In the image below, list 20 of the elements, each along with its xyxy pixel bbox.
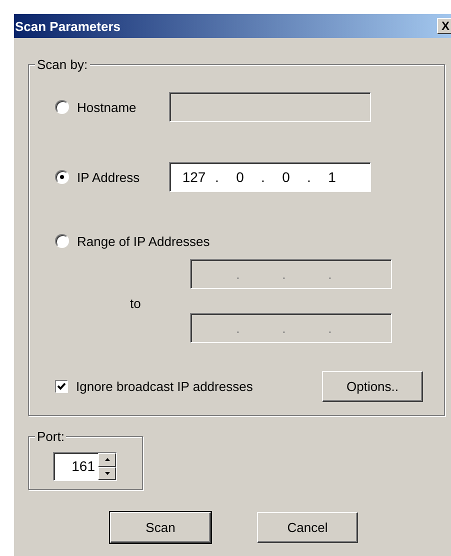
group-label: Port: <box>35 429 66 444</box>
spin-down-icon[interactable] <box>98 466 116 480</box>
checkbox-label[interactable]: Ignore broadcast IP addresses <box>76 379 253 394</box>
spin-up-icon[interactable] <box>98 453 116 466</box>
radio-button[interactable] <box>55 100 69 114</box>
dialog-button[interactable]: Scan <box>110 512 211 543</box>
radio-button[interactable] <box>55 234 69 248</box>
radio-label[interactable]: IP Address <box>77 170 140 184</box>
options-button[interactable]: Options.. <box>322 371 423 402</box>
checkbox[interactable] <box>55 380 68 393</box>
to-label: to <box>130 296 142 310</box>
dialog-button[interactable]: Cancel <box>257 512 358 543</box>
radio-button[interactable] <box>55 170 69 184</box>
radio-label[interactable]: Hostname <box>77 100 136 114</box>
port-spinner[interactable]: 161 <box>53 452 117 481</box>
window-title: Scan Parameters <box>14 18 121 34</box>
group-label: Scan by: <box>35 57 90 72</box>
ip-address-field[interactable]: 127 . 0 . 0 . 1 <box>169 162 371 192</box>
radio-label[interactable]: Range of IP Addresses <box>77 234 210 248</box>
close-button[interactable]: X <box>437 18 451 34</box>
